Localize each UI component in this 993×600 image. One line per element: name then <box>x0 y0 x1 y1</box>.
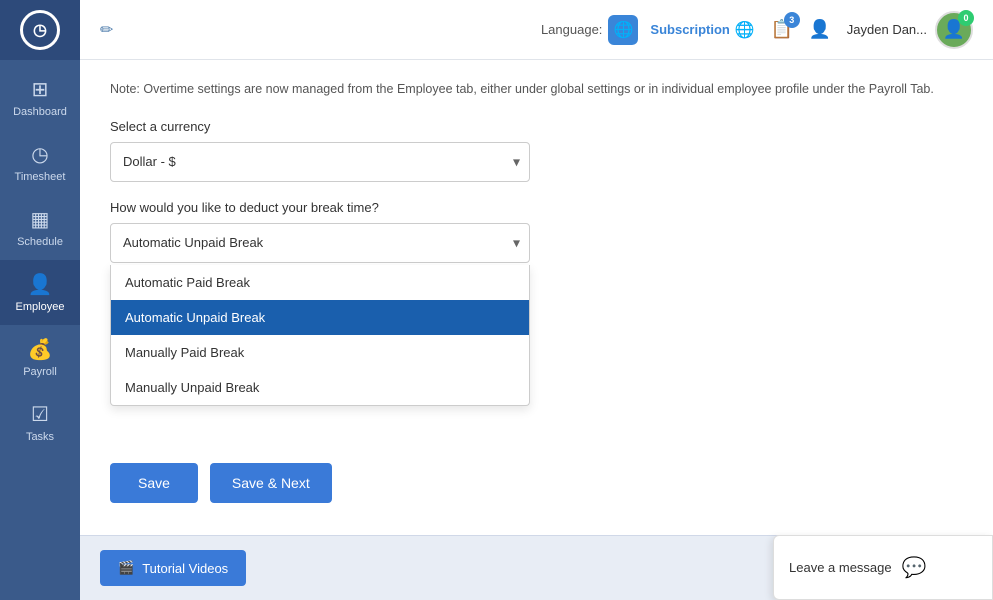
user-add-icon: 👤 <box>809 19 831 40</box>
sidebar-item-dashboard[interactable]: ⊞ Dashboard <box>0 65 80 130</box>
schedule-icon: ▦ <box>31 207 50 232</box>
currency-select[interactable]: Dollar - $ <box>110 142 530 182</box>
dashboard-icon: ⊞ <box>32 77 49 102</box>
language-label: Language: <box>541 22 602 37</box>
user-name: Jayden Dan... <box>847 22 927 37</box>
notification-badge: 3 <box>784 12 800 28</box>
buttons-row: Save Save & Next <box>110 463 963 503</box>
break-label: How would you like to deduct your break … <box>110 200 963 215</box>
break-section: How would you like to deduct your break … <box>110 200 963 263</box>
header-icons: 📋 3 👤 <box>767 15 835 45</box>
dropdown-item-label: Manually Unpaid Break <box>125 380 259 395</box>
subscription-label: Subscription <box>650 22 729 37</box>
break-select[interactable]: Automatic Unpaid Break <box>110 223 530 263</box>
chat-icon: 💬 <box>902 555 927 580</box>
save-button[interactable]: Save <box>110 463 198 503</box>
sidebar-item-timesheet[interactable]: ◷ Timesheet <box>0 130 80 195</box>
dropdown-item-label: Automatic Paid Break <box>125 275 250 290</box>
language-globe-icon[interactable]: 🌐 <box>608 15 638 45</box>
user-add-icon-wrap[interactable]: 👤 <box>805 15 835 45</box>
tutorial-videos-button[interactable]: 🎬 Tutorial Videos <box>100 550 246 586</box>
currency-section: Select a currency Dollar - $ ▾ <box>110 119 963 182</box>
dropdown-item-manual-paid[interactable]: Manually Paid Break <box>111 335 529 370</box>
sidebar-item-label: Payroll <box>23 366 57 378</box>
sidebar-item-label: Timesheet <box>15 171 66 183</box>
header-right: Language: 🌐 Subscription 🌐 📋 3 👤 Jayden … <box>541 11 973 49</box>
dropdown-item-auto-paid[interactable]: Automatic Paid Break <box>111 265 529 300</box>
dropdown-item-manual-unpaid[interactable]: Manually Unpaid Break <box>111 370 529 405</box>
avatar[interactable]: 👤 0 <box>935 11 973 49</box>
logo-icon: ◷ <box>20 10 60 50</box>
currency-value: Dollar - $ <box>123 154 176 169</box>
timesheet-icon: ◷ <box>31 142 48 167</box>
main-area: ✏ Language: 🌐 Subscription 🌐 📋 3 👤 <box>80 0 993 600</box>
break-select-wrap: Automatic Unpaid Break ▾ Automatic Paid … <box>110 223 530 263</box>
chat-label: Leave a message <box>789 560 892 575</box>
payroll-icon: 💰 <box>28 337 53 362</box>
subscription-icon: 🌐 <box>735 20 755 40</box>
sidebar-item-employee[interactable]: 👤 Employee <box>0 260 80 325</box>
save-next-button[interactable]: Save & Next <box>210 463 332 503</box>
note-text: Note: Overtime settings are now managed … <box>110 80 963 99</box>
break-dropdown: Automatic Paid Break Automatic Unpaid Br… <box>110 265 530 406</box>
header: ✏ Language: 🌐 Subscription 🌐 📋 3 👤 <box>80 0 993 60</box>
tutorial-label: Tutorial Videos <box>142 561 228 576</box>
dropdown-item-label: Automatic Unpaid Break <box>125 310 265 325</box>
edit-icon[interactable]: ✏ <box>100 20 113 40</box>
sidebar-item-label: Dashboard <box>13 106 67 118</box>
sidebar-item-payroll[interactable]: 💰 Payroll <box>0 325 80 390</box>
content-area: Note: Overtime settings are now managed … <box>80 60 993 535</box>
sidebar-item-label: Employee <box>16 301 65 313</box>
notification-icon-wrap[interactable]: 📋 3 <box>767 15 797 45</box>
sidebar: ◷ ⊞ Dashboard ◷ Timesheet ▦ Schedule 👤 E… <box>0 0 80 600</box>
dropdown-item-label: Manually Paid Break <box>125 345 244 360</box>
break-selected-value: Automatic Unpaid Break <box>123 235 263 250</box>
avatar-badge: 0 <box>958 10 974 26</box>
sidebar-logo[interactable]: ◷ <box>0 0 80 60</box>
tasks-icon: ☑ <box>31 402 49 427</box>
tutorial-icon: 🎬 <box>118 560 134 576</box>
currency-select-wrap: Dollar - $ ▾ <box>110 142 530 182</box>
subscription-button[interactable]: Subscription 🌐 <box>650 20 754 40</box>
sidebar-item-tasks[interactable]: ☑ Tasks <box>0 390 80 455</box>
sidebar-item-label: Schedule <box>17 236 63 248</box>
user-section: Jayden Dan... 👤 0 <box>847 11 973 49</box>
language-section: Language: 🌐 <box>541 15 638 45</box>
chat-widget[interactable]: Leave a message 💬 <box>773 535 993 600</box>
bottom-bar: 🎬 Tutorial Videos Leave a message 💬 <box>80 535 993 600</box>
currency-label: Select a currency <box>110 119 963 134</box>
dropdown-item-auto-unpaid[interactable]: Automatic Unpaid Break <box>111 300 529 335</box>
sidebar-item-label: Tasks <box>26 431 54 443</box>
sidebar-item-schedule[interactable]: ▦ Schedule <box>0 195 80 260</box>
employee-icon: 👤 <box>28 272 53 297</box>
header-left: ✏ <box>100 20 113 40</box>
